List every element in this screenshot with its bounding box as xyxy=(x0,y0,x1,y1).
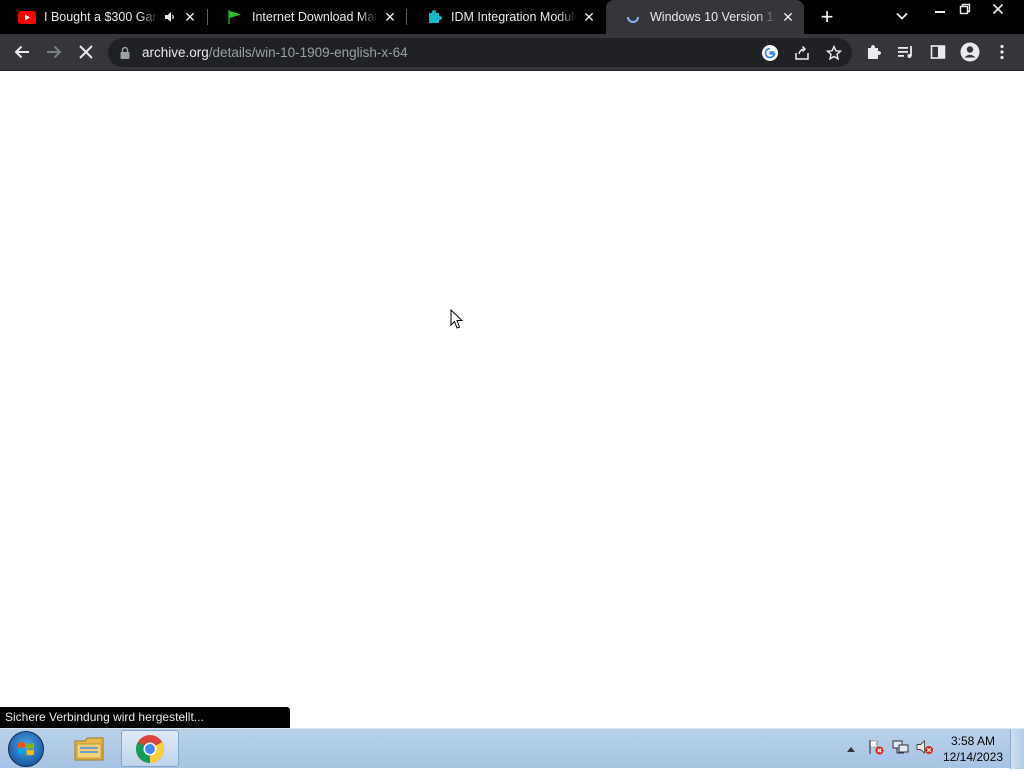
start-button[interactable] xyxy=(8,731,44,767)
clock-date: 12/14/2023 xyxy=(942,750,1004,764)
clock-time: 3:58 AM xyxy=(950,734,996,748)
close-window-button[interactable] xyxy=(986,0,1010,18)
kebab-menu-icon[interactable] xyxy=(990,40,1014,64)
tab-chrome-web-store[interactable]: IDM Integration Module - Chrome Web Stor… xyxy=(407,0,605,34)
bookmark-star-icon[interactable] xyxy=(824,43,844,63)
idm-flag-icon xyxy=(226,8,244,26)
address-bar[interactable]: archive.org/details/win-10-1909-english-… xyxy=(108,38,852,67)
google-lens-icon[interactable] xyxy=(760,43,780,63)
tab-title: Windows 10 Version 1909 xyxy=(650,10,776,24)
page-content xyxy=(0,71,1024,728)
tab-search-chevron-icon[interactable] xyxy=(895,9,913,25)
volume-muted-icon[interactable] xyxy=(916,739,934,760)
forward-button[interactable] xyxy=(42,40,66,64)
taskbar-clock[interactable]: 3:58 AM 12/14/2023 xyxy=(940,733,1006,765)
show-desktop-button[interactable] xyxy=(1010,729,1024,769)
windows-taskbar: 3:58 AM 12/14/2023 xyxy=(0,728,1024,769)
back-button[interactable] xyxy=(10,40,34,64)
tab-title: I Bought a $300 Gaming PC xyxy=(44,10,158,24)
tab-strip: I Bought a $300 Gaming PC ✕ Internet Dow… xyxy=(0,0,1024,34)
puzzle-icon xyxy=(425,8,443,26)
profile-avatar-icon[interactable] xyxy=(958,40,982,64)
close-tab-icon[interactable]: ✕ xyxy=(581,9,597,25)
tab-idm[interactable]: Internet Download Manager ✕ xyxy=(208,0,406,34)
tab-title: IDM Integration Module - Chrome Web Stor… xyxy=(451,10,577,24)
loading-spinner-icon xyxy=(624,8,642,26)
mouse-cursor-icon xyxy=(450,308,464,335)
url-domain: archive.org xyxy=(142,45,209,60)
browser-window: I Bought a $300 Gaming PC ✕ Internet Dow… xyxy=(0,0,1024,728)
new-tab-button[interactable]: + xyxy=(815,6,839,28)
browser-toolbar: archive.org/details/win-10-1909-english-… xyxy=(0,34,1024,71)
file-explorer-button[interactable] xyxy=(60,730,118,767)
tab-title: Internet Download Manager xyxy=(252,10,378,24)
network-icon[interactable] xyxy=(892,739,910,760)
status-bubble: Sichere Verbindung wird hergestellt... xyxy=(0,707,290,728)
media-controls-icon[interactable] xyxy=(894,40,918,64)
show-hidden-icons-button[interactable] xyxy=(844,746,858,752)
tab-youtube[interactable]: I Bought a $300 Gaming PC ✕ xyxy=(0,0,206,34)
share-icon[interactable] xyxy=(792,43,812,63)
url-path: /details/win-10-1909-english-x-64 xyxy=(208,45,408,60)
restore-button[interactable] xyxy=(953,0,977,18)
windows-logo-icon xyxy=(18,742,34,756)
url-text[interactable]: archive.org/details/win-10-1909-english-… xyxy=(142,45,408,60)
side-panel-icon[interactable] xyxy=(926,40,950,64)
stop-loading-button[interactable] xyxy=(74,40,98,64)
system-tray xyxy=(844,729,934,769)
action-center-flag-icon[interactable] xyxy=(868,739,884,760)
speaker-icon[interactable] xyxy=(162,11,178,23)
close-tab-icon[interactable]: ✕ xyxy=(382,9,398,25)
close-tab-icon[interactable]: ✕ xyxy=(182,9,198,25)
close-tab-icon[interactable]: ✕ xyxy=(780,9,796,25)
lock-icon[interactable] xyxy=(120,46,130,64)
minimize-button[interactable] xyxy=(928,0,952,18)
chrome-icon xyxy=(136,734,164,763)
folder-icon xyxy=(74,737,104,760)
tab-windows-10[interactable]: Windows 10 Version 1909 ✕ xyxy=(606,0,804,34)
chrome-taskbar-button[interactable] xyxy=(121,730,179,767)
extensions-puzzle-icon[interactable] xyxy=(862,40,886,64)
youtube-icon xyxy=(18,8,36,26)
